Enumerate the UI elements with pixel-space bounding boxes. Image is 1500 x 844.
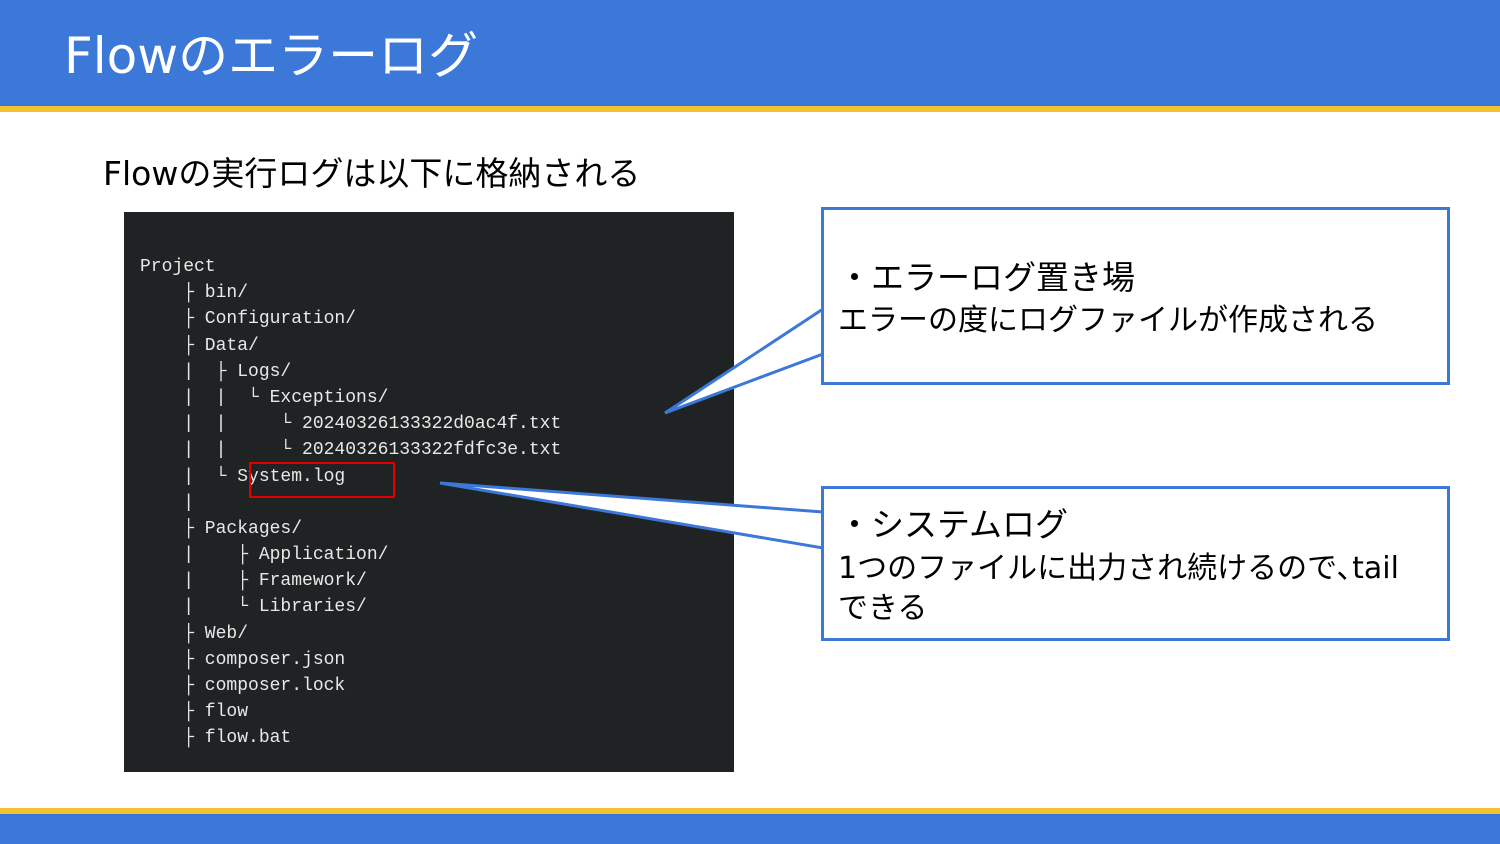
callout-system-log: ・システムログ 1つのファイルに出力され続けるので､tailできる — [821, 486, 1450, 641]
footer-bar — [0, 814, 1500, 844]
callout-connectors — [439, 306, 825, 550]
callout-error-log: ・エラーログ置き場 エラーの度にログファイルが作成される — [821, 207, 1450, 385]
callout-2-pointer — [439, 481, 825, 550]
callout-body: 1つのファイルに出力され続けるので､tailできる — [838, 551, 1399, 626]
callout-heading: ・エラーログ置き場 — [838, 258, 1135, 297]
callout-body: エラーの度にログファイルが作成される — [838, 303, 1378, 338]
callout-heading: ・システムログ — [838, 505, 1069, 544]
callout-1-pointer — [664, 306, 825, 415]
